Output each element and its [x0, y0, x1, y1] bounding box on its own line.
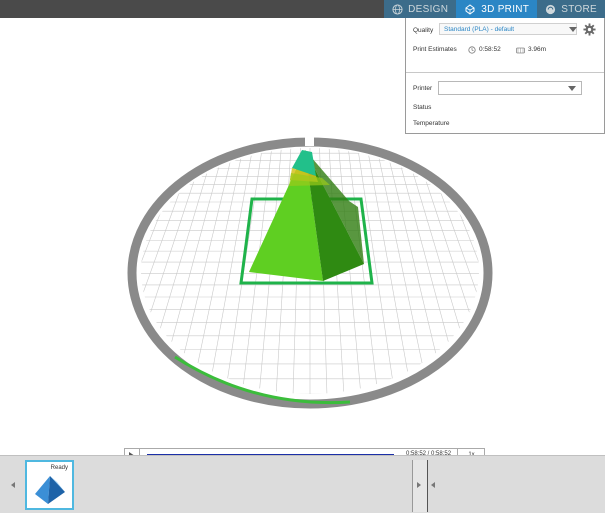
time-estimate: 0:58:52 — [479, 46, 501, 53]
quality-dropdown-icon[interactable] — [569, 27, 577, 32]
tray-collapse-icon[interactable] — [431, 482, 435, 488]
tab-3d-print-label: 3D PRINT — [481, 3, 530, 15]
tray-scroll-left-icon[interactable] — [11, 482, 15, 488]
print-settings-panel: Quality Standard (PLA) - default Print E… — [405, 18, 605, 134]
top-bar: DESIGN 3D PRINT STORE — [0, 0, 605, 18]
printer-select[interactable] — [438, 81, 582, 95]
tab-3d-print[interactable]: 3D PRINT — [456, 0, 538, 18]
tab-store-label: STORE — [561, 3, 597, 15]
tab-design[interactable]: DESIGN — [384, 0, 457, 18]
model-tray: Ready — [0, 455, 605, 513]
filament-estimate: 3.96m — [528, 46, 547, 53]
tray-scroll-right-icon[interactable] — [417, 482, 421, 488]
tab-store[interactable]: STORE — [537, 0, 605, 18]
panel-divider — [406, 72, 604, 73]
model-thumbnail[interactable]: Ready — [25, 460, 74, 510]
store-icon — [546, 4, 556, 14]
status-label: Status — [413, 104, 432, 111]
printer-dropdown-icon[interactable] — [568, 86, 576, 91]
print-estimates-label: Print Estimates — [413, 46, 457, 53]
mode-tabs: DESIGN 3D PRINT STORE — [384, 0, 605, 18]
pyramid-model-icon — [35, 476, 65, 504]
quality-label: Quality — [413, 27, 434, 34]
temperature-label: Temperature — [413, 120, 450, 127]
printer-label: Printer — [413, 85, 433, 92]
filament-icon — [516, 47, 525, 54]
gear-icon[interactable] — [583, 23, 596, 36]
quality-value: Standard (PLA) - default — [444, 26, 515, 33]
print-3d-icon — [465, 3, 475, 15]
tab-design-label: DESIGN — [408, 3, 449, 15]
thumbnail-status: Ready — [50, 465, 68, 471]
clock-icon — [468, 46, 476, 54]
globe-icon — [392, 3, 403, 15]
quality-select[interactable]: Standard (PLA) - default — [439, 23, 577, 35]
